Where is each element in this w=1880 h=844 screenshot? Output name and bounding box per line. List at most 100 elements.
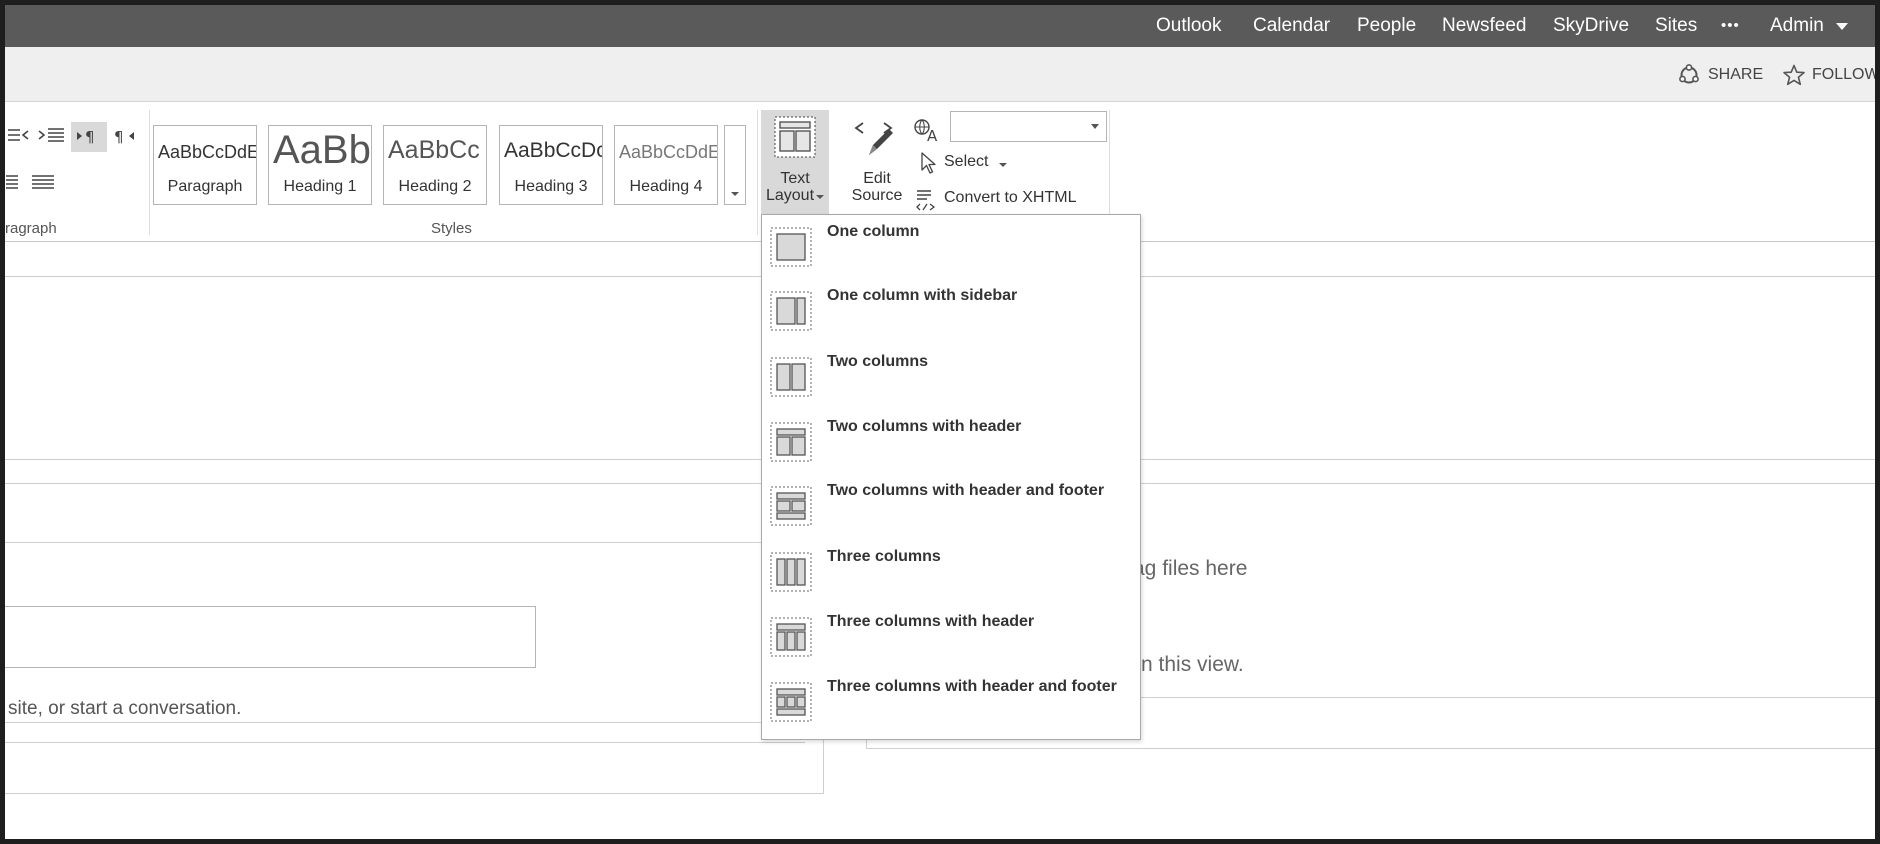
three-columns-header-footer-icon [770, 682, 812, 722]
menu-item-label: One column with sidebar [827, 287, 1018, 304]
edit-source-button[interactable]: Edit Source [845, 110, 909, 216]
conversation-hint: site, or start a conversation. [8, 698, 242, 719]
menu-item-label: Two columns with header [827, 418, 1022, 435]
text-layout-button[interactable]: Text Layout [761, 110, 829, 216]
text-layout-label-line1: Text [780, 170, 810, 187]
suite-link-sites[interactable]: Sites [1655, 5, 1697, 47]
text-layout-label-line2: Layout [765, 187, 815, 204]
divider [5, 542, 823, 543]
style-sample: AaBbCcDc [504, 139, 603, 162]
star-icon [1783, 64, 1805, 86]
share-label: SHARE [1708, 66, 1764, 83]
more-menu-button[interactable]: ••• [1721, 5, 1740, 47]
convert-to-xhtml-button[interactable]: Convert to XHTML [911, 184, 1083, 214]
menu-item-label: Two columns with header and footer [827, 482, 1105, 499]
chevron-down-icon [1091, 124, 1099, 129]
divider [5, 742, 805, 743]
style-sample: AaBbCcDdE [619, 142, 718, 162]
chevron-down-icon [731, 192, 739, 196]
two-columns-header-icon [770, 422, 812, 462]
suite-link-people[interactable]: People [1357, 5, 1416, 47]
text-layout-menu: One column One column with sidebar Two c… [761, 214, 1141, 740]
style-label: Heading 4 [629, 178, 703, 195]
menu-item-two-columns[interactable]: Two columns [762, 345, 1140, 409]
styles-more-button[interactable] [724, 125, 746, 205]
edit-source-label-line2: Source [851, 187, 903, 204]
svg-text:¶: ¶ [114, 128, 124, 146]
post-input[interactable] [5, 606, 536, 668]
convert-to-xhtml-label: Convert to XHTML [944, 189, 1077, 206]
convert-xhtml-icon [916, 190, 936, 211]
three-columns-header-icon [770, 617, 812, 657]
menu-item-two-columns-header[interactable]: Two columns with header [762, 410, 1140, 474]
style-heading-2[interactable]: AaBbCc Heading 2 [383, 125, 487, 205]
chevron-down-icon [816, 195, 825, 199]
follow-button[interactable]: FOLLOW [1782, 63, 1875, 87]
suite-link-newsfeed[interactable]: Newsfeed [1442, 5, 1527, 47]
share-button[interactable]: SHARE [1678, 63, 1773, 87]
style-heading-1[interactable]: AaBb Heading 1 [268, 125, 372, 205]
group-separator [757, 110, 758, 235]
chevron-down-icon [1836, 22, 1849, 30]
decrease-indent-icon [8, 129, 29, 141]
chevron-down-icon [999, 163, 1007, 167]
language-select[interactable] [950, 111, 1107, 142]
two-columns-icon [770, 357, 812, 397]
justify-left-button[interactable] [5, 168, 23, 196]
menu-item-three-columns-header[interactable]: Three columns with header [762, 605, 1140, 669]
two-columns-header-footer-icon [770, 486, 812, 526]
sharepoint-window: Outlook Calendar People Newsfeed SkyDriv… [5, 5, 1875, 839]
drag-files-hint: ag files here [1133, 557, 1248, 580]
select-button[interactable]: Select [915, 148, 1011, 178]
style-label: Heading 1 [283, 178, 357, 195]
align-left-icon [6, 175, 18, 189]
edit-source-label-line1: Edit [863, 170, 891, 187]
style-sample: AaBbCcDdEe [158, 142, 256, 162]
justify-icon [32, 175, 54, 189]
menu-item-three-columns[interactable]: Three columns [762, 540, 1140, 604]
menu-item-label: Two columns [827, 353, 929, 370]
style-sample: AaBb [273, 128, 371, 172]
style-heading-3[interactable]: AaBbCcDc Heading 3 [499, 125, 603, 205]
share-icon [1679, 64, 1699, 84]
follow-label: FOLLOW [1812, 66, 1875, 83]
style-heading-4[interactable]: AaBbCcDdE Heading 4 [614, 125, 718, 205]
menu-item-label: Three columns with header and footer [827, 678, 1117, 695]
style-label: Heading 2 [398, 178, 472, 195]
cursor-icon [921, 152, 936, 174]
decrease-indent-button[interactable] [5, 122, 35, 150]
left-to-right-button[interactable]: ¶ [71, 122, 107, 152]
language-button[interactable]: A [911, 116, 943, 145]
svg-text:¶: ¶ [85, 128, 95, 146]
svg-text:A: A [927, 127, 938, 143]
style-label: Heading 3 [514, 178, 588, 195]
justify-button[interactable] [25, 168, 61, 198]
globe-language-icon: A [914, 119, 938, 145]
menu-item-label: Three columns with header [827, 613, 1035, 630]
menu-item-label: One column [827, 223, 920, 240]
suite-link-outlook[interactable]: Outlook [1156, 5, 1221, 47]
left-to-right-icon: ¶ [77, 128, 95, 146]
right-to-left-button[interactable]: ¶ [107, 122, 143, 152]
suite-bar: Outlook Calendar People Newsfeed SkyDriv… [5, 5, 1875, 47]
paragraph-group-label: ragraph [5, 220, 57, 237]
suite-link-calendar[interactable]: Calendar [1253, 5, 1330, 47]
one-column-icon [770, 227, 812, 267]
style-paragraph[interactable]: AaBbCcDdEe Paragraph [153, 125, 257, 205]
style-label: Paragraph [167, 178, 243, 195]
user-menu[interactable]: Admin [1770, 5, 1849, 47]
menu-item-three-columns-header-footer[interactable]: Three columns with header and footer [762, 670, 1140, 734]
share-bar: SHARE FOLLOW [5, 47, 1875, 102]
increase-indent-button[interactable] [35, 122, 69, 150]
menu-item-one-column-sidebar[interactable]: One column with sidebar [762, 279, 1140, 343]
suite-link-skydrive[interactable]: SkyDrive [1553, 5, 1629, 47]
menu-item-two-columns-header-footer[interactable]: Two columns with header and footer [762, 474, 1140, 538]
style-sample: AaBbCc [388, 136, 480, 164]
three-columns-icon [770, 552, 812, 592]
user-name: Admin [1770, 15, 1824, 36]
increase-indent-icon [38, 128, 64, 142]
divider [5, 722, 805, 723]
menu-item-one-column[interactable]: One column [762, 215, 1140, 279]
select-label: Select [944, 153, 989, 170]
right-to-left-icon: ¶ [114, 128, 134, 146]
